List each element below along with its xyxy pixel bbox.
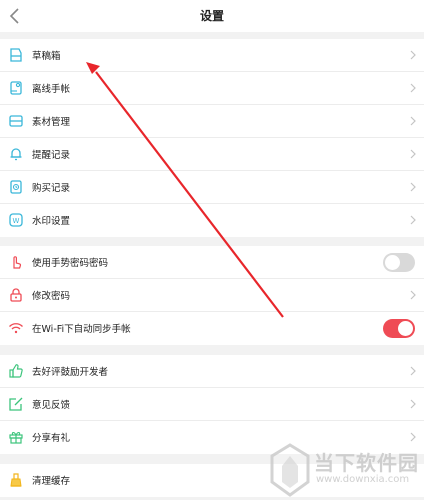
thumbs-up-icon: [9, 364, 23, 378]
draft-icon: [10, 48, 22, 62]
settings-item-label: 意见反馈: [32, 400, 71, 411]
settings-item-watermark[interactable]: W 水印设置: [0, 204, 424, 237]
settings-item-drafts[interactable]: 草稿箱: [0, 39, 424, 72]
settings-item-label: 离线手帐: [32, 84, 71, 95]
offline-notebook-icon: [10, 81, 22, 95]
watermark-url: www.downxia.com: [316, 474, 410, 485]
lock-icon: [10, 288, 22, 302]
chevron-right-icon: [410, 182, 416, 192]
settings-item-rate-app[interactable]: 去好评鼓励开发者: [0, 355, 424, 388]
chevron-right-icon: [410, 432, 416, 442]
settings-item-label: 使用手势密码密码: [32, 258, 109, 269]
settings-item-label: 修改密码: [32, 291, 71, 302]
chevron-right-icon: [410, 290, 416, 300]
top-bar: 设置: [0, 0, 424, 32]
settings-group-security: 使用手势密码密码 修改密码 在Wi-Fi下自动同步手帐: [0, 246, 424, 345]
watermark: 当下软件园 www.downxia.com: [268, 442, 422, 498]
gesture-icon: [13, 256, 22, 269]
settings-item-label: 草稿箱: [32, 51, 61, 62]
chevron-right-icon: [410, 215, 416, 225]
settings-item-materials[interactable]: 素材管理: [0, 105, 424, 138]
svg-text:W: W: [13, 217, 20, 225]
settings-item-gesture-password[interactable]: 使用手势密码密码: [0, 246, 424, 279]
settings-item-label: 提醒记录: [32, 150, 71, 161]
watermark-icon: W: [9, 213, 23, 227]
broom-icon: [10, 473, 22, 487]
settings-item-reminders[interactable]: 提醒记录: [0, 138, 424, 171]
toggle-knob: [385, 255, 400, 270]
settings-item-label: 水印设置: [32, 216, 71, 227]
settings-item-label: 素材管理: [32, 117, 71, 128]
settings-item-change-password[interactable]: 修改密码: [0, 279, 424, 312]
chevron-right-icon: [410, 366, 416, 376]
settings-item-label: 在Wi-Fi下自动同步手帐: [32, 324, 131, 335]
settings-item-label: 购买记录: [32, 183, 71, 194]
bell-icon: [10, 148, 22, 161]
settings-group-feedback: 去好评鼓励开发者 意见反馈 分享有礼: [0, 355, 424, 454]
gift-icon: [9, 432, 23, 444]
settings-item-purchases[interactable]: 购买记录: [0, 171, 424, 204]
chevron-right-icon: [410, 399, 416, 409]
material-icon: [9, 115, 23, 127]
purchase-record-icon: [10, 180, 22, 194]
toggle-knob: [398, 321, 413, 336]
settings-group-data: 草稿箱 离线手帐 素材管理 提醒记录 购买记录 W 水印设置: [0, 39, 424, 237]
gesture-password-toggle[interactable]: [383, 253, 415, 272]
chevron-right-icon: [410, 50, 416, 60]
settings-item-label: 去好评鼓励开发者: [32, 367, 109, 378]
chevron-right-icon: [410, 116, 416, 126]
chevron-right-icon: [410, 83, 416, 93]
wifi-icon: [9, 323, 23, 334]
chevron-right-icon: [410, 149, 416, 159]
settings-item-label: 清理缓存: [32, 476, 71, 487]
wifi-sync-toggle[interactable]: [383, 319, 415, 338]
settings-item-feedback[interactable]: 意见反馈: [0, 388, 424, 421]
feedback-icon: [9, 397, 23, 411]
page-title: 设置: [199, 9, 224, 23]
settings-item-offline-notebook[interactable]: 离线手帐: [0, 72, 424, 105]
watermark-title: 当下软件园: [314, 451, 419, 475]
watermark-logo-icon: [270, 443, 310, 497]
settings-item-wifi-sync[interactable]: 在Wi-Fi下自动同步手帐: [0, 312, 424, 345]
settings-item-label: 分享有礼: [32, 433, 71, 444]
